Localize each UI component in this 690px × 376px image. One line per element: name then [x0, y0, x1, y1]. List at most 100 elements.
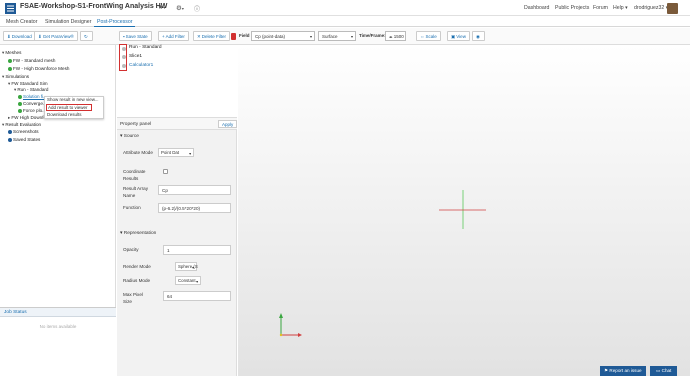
gear-icon[interactable]: ⚙▾	[176, 4, 184, 12]
tree-screenshots[interactable]: Screenshots	[8, 129, 39, 134]
time-frame-label: Time/Frame:	[359, 33, 386, 38]
chevron-down-icon: ▾	[309, 34, 312, 39]
state-icon	[8, 137, 12, 142]
nav-public-projects[interactable]: Public Projects	[555, 5, 589, 11]
recording-indicator-icon[interactable]	[231, 33, 236, 40]
time-frame-input[interactable]: ◂▸ 1500	[385, 31, 406, 41]
viewport-canvas	[279, 190, 486, 337]
representation-select[interactable]: Surface ▾	[318, 31, 356, 41]
check-icon	[18, 101, 22, 106]
eye-icon[interactable]	[122, 64, 126, 68]
save-icon: ▪	[123, 34, 125, 39]
radius-mode-select[interactable]: Constant ▾	[175, 276, 201, 285]
paraview-icon: ⬇	[38, 34, 42, 39]
download-button[interactable]: ⬇Download	[3, 31, 36, 41]
solution-context-menu: Show result in new view... Add result to…	[44, 96, 104, 119]
pipeline-item-slice1[interactable]: Slice1	[129, 54, 142, 59]
view-button[interactable]: ▣View	[447, 31, 470, 41]
max-pixel-size-label: Max Pixel Size	[123, 292, 143, 304]
job-status-title: Job Status	[0, 308, 116, 317]
coordinate-results-checkbox[interactable]	[163, 169, 168, 174]
tree-meshes[interactable]: ▾Meshes	[2, 50, 21, 56]
menu-add-result-to-viewer[interactable]: Add result to viewer	[46, 104, 92, 111]
representation-section[interactable]: ▾ Representation	[120, 231, 156, 236]
apply-button[interactable]: Apply	[218, 120, 238, 128]
tab-post-processor[interactable]: Post-Processor	[94, 17, 136, 27]
job-status-panel: Job Status No items available	[0, 307, 116, 376]
max-pixel-size-input[interactable]: 64	[163, 291, 231, 301]
rss-icon: ◉	[476, 34, 480, 39]
tree-result-evaluation[interactable]: ▾Result Evaluation	[2, 122, 41, 128]
opacity-label: Opacity	[123, 247, 139, 252]
refresh-icon: ↻	[84, 34, 88, 39]
simscale-logo-icon[interactable]	[5, 3, 16, 14]
rss-button[interactable]: ◉	[472, 31, 485, 41]
scale-button[interactable]: ⇔Scale	[416, 31, 441, 41]
check-icon	[8, 66, 12, 71]
close-icon: ✕	[197, 34, 201, 39]
attribute-mode-label: Attribute Mode	[123, 150, 153, 155]
result-array-label: Result Array Name	[123, 186, 149, 198]
field-label: Field	[239, 33, 250, 38]
chevron-right-icon: ▸	[8, 115, 11, 120]
attribute-mode-select[interactable]: Point Dat ▾	[158, 148, 194, 157]
save-state-button[interactable]: ▪Save State	[119, 31, 152, 41]
source-section[interactable]: ▾ Source	[120, 134, 139, 139]
tree-force-plot[interactable]: Force plo...	[18, 108, 46, 113]
tree-simulations[interactable]: ▾Simulations	[2, 74, 29, 80]
property-panel-title: Property panel	[120, 122, 152, 127]
info-icon[interactable]: ⓘ	[194, 4, 200, 13]
star-icon[interactable]: ★▾	[158, 4, 165, 11]
tree-solution-fields[interactable]: Solution fi...	[18, 94, 47, 99]
function-label: Function	[123, 205, 141, 210]
eye-icon[interactable]	[122, 47, 126, 51]
field-select[interactable]: Cp (point-data) ▾	[251, 31, 315, 41]
nav-forum[interactable]: Forum	[593, 5, 608, 11]
refresh-button[interactable]: ↻	[80, 31, 93, 41]
camera-icon	[8, 129, 12, 134]
delete-filter-button[interactable]: ✕Delete Filter	[193, 31, 231, 41]
tree-convergence[interactable]: Converge...	[18, 101, 47, 106]
project-tree-panel: ▾Meshes FW - Standard mesh FW - High Dow…	[0, 45, 116, 376]
user-menu[interactable]: drodriguez32 ▾	[634, 5, 668, 11]
chat-button[interactable]: ▭ Chat	[650, 366, 678, 376]
tab-mesh-creator[interactable]: Mesh Creator	[3, 17, 40, 27]
function-input[interactable]: (p-6.2)/(0.5*20*20)	[158, 203, 231, 213]
render-mode-select[interactable]: Sphere (S ▾	[175, 262, 198, 271]
report-issue-button[interactable]: ⚑ Report an issue	[600, 366, 646, 376]
orientation-axes-icon	[279, 313, 302, 337]
visibility-highlight	[119, 44, 127, 71]
chevron-down-icon: ▾	[8, 81, 11, 86]
pipeline-item-calculator1[interactable]: Calculator1	[129, 63, 153, 68]
check-icon	[8, 58, 12, 63]
avatar[interactable]	[667, 3, 678, 14]
top-header: FSAE-Workshop-S1-FrontWing Analysis HW ★…	[0, 0, 690, 16]
step-icon: ◂▸	[389, 35, 393, 39]
tree-mesh-standard[interactable]: FW - Standard mesh	[8, 58, 55, 63]
menu-show-in-new-view[interactable]: Show result in new view...	[47, 97, 99, 102]
nav-dashboard[interactable]: Dashboard	[524, 5, 549, 11]
menu-download-results[interactable]: Download results	[47, 112, 82, 117]
chevron-down-icon: ▾	[196, 280, 198, 284]
pipeline-browser: Run - Standard Slice1 Calculator1	[117, 44, 237, 118]
property-panel-header: Property panel Apply	[117, 118, 238, 130]
opacity-input[interactable]: 1	[163, 245, 231, 255]
add-filter-button[interactable]: +Add Filter	[158, 31, 189, 41]
chevron-down-icon: ▾	[2, 74, 5, 79]
result-array-input[interactable]: Cp	[158, 185, 231, 195]
check-icon	[18, 94, 22, 99]
nav-help[interactable]: Help ▾	[613, 5, 628, 11]
chevron-down-icon: ▾	[14, 87, 17, 92]
pipeline-item-run-standard[interactable]: Run - Standard	[129, 45, 162, 50]
tree-saved-states[interactable]: Saved States	[8, 137, 40, 142]
3d-viewport[interactable]	[238, 45, 690, 376]
workbench-tabs: Mesh Creator Simulation Designer Post-Pr…	[0, 16, 690, 27]
chevron-down-icon: ▾	[192, 266, 194, 270]
tab-simulation-designer[interactable]: Simulation Designer	[42, 17, 94, 27]
tree-run-standard[interactable]: ▾Run - Standard	[14, 87, 48, 93]
eye-icon[interactable]	[122, 55, 126, 59]
get-paraview-button[interactable]: ⬇Get ParaView®	[34, 31, 78, 41]
tree-mesh-high-downforce[interactable]: FW - High Downforce Mesh	[8, 66, 69, 71]
project-title: FSAE-Workshop-S1-FrontWing Analysis HW	[20, 3, 168, 10]
pipeline-and-properties-panel: Run - Standard Slice1 Calculator1 Proper…	[117, 44, 238, 376]
